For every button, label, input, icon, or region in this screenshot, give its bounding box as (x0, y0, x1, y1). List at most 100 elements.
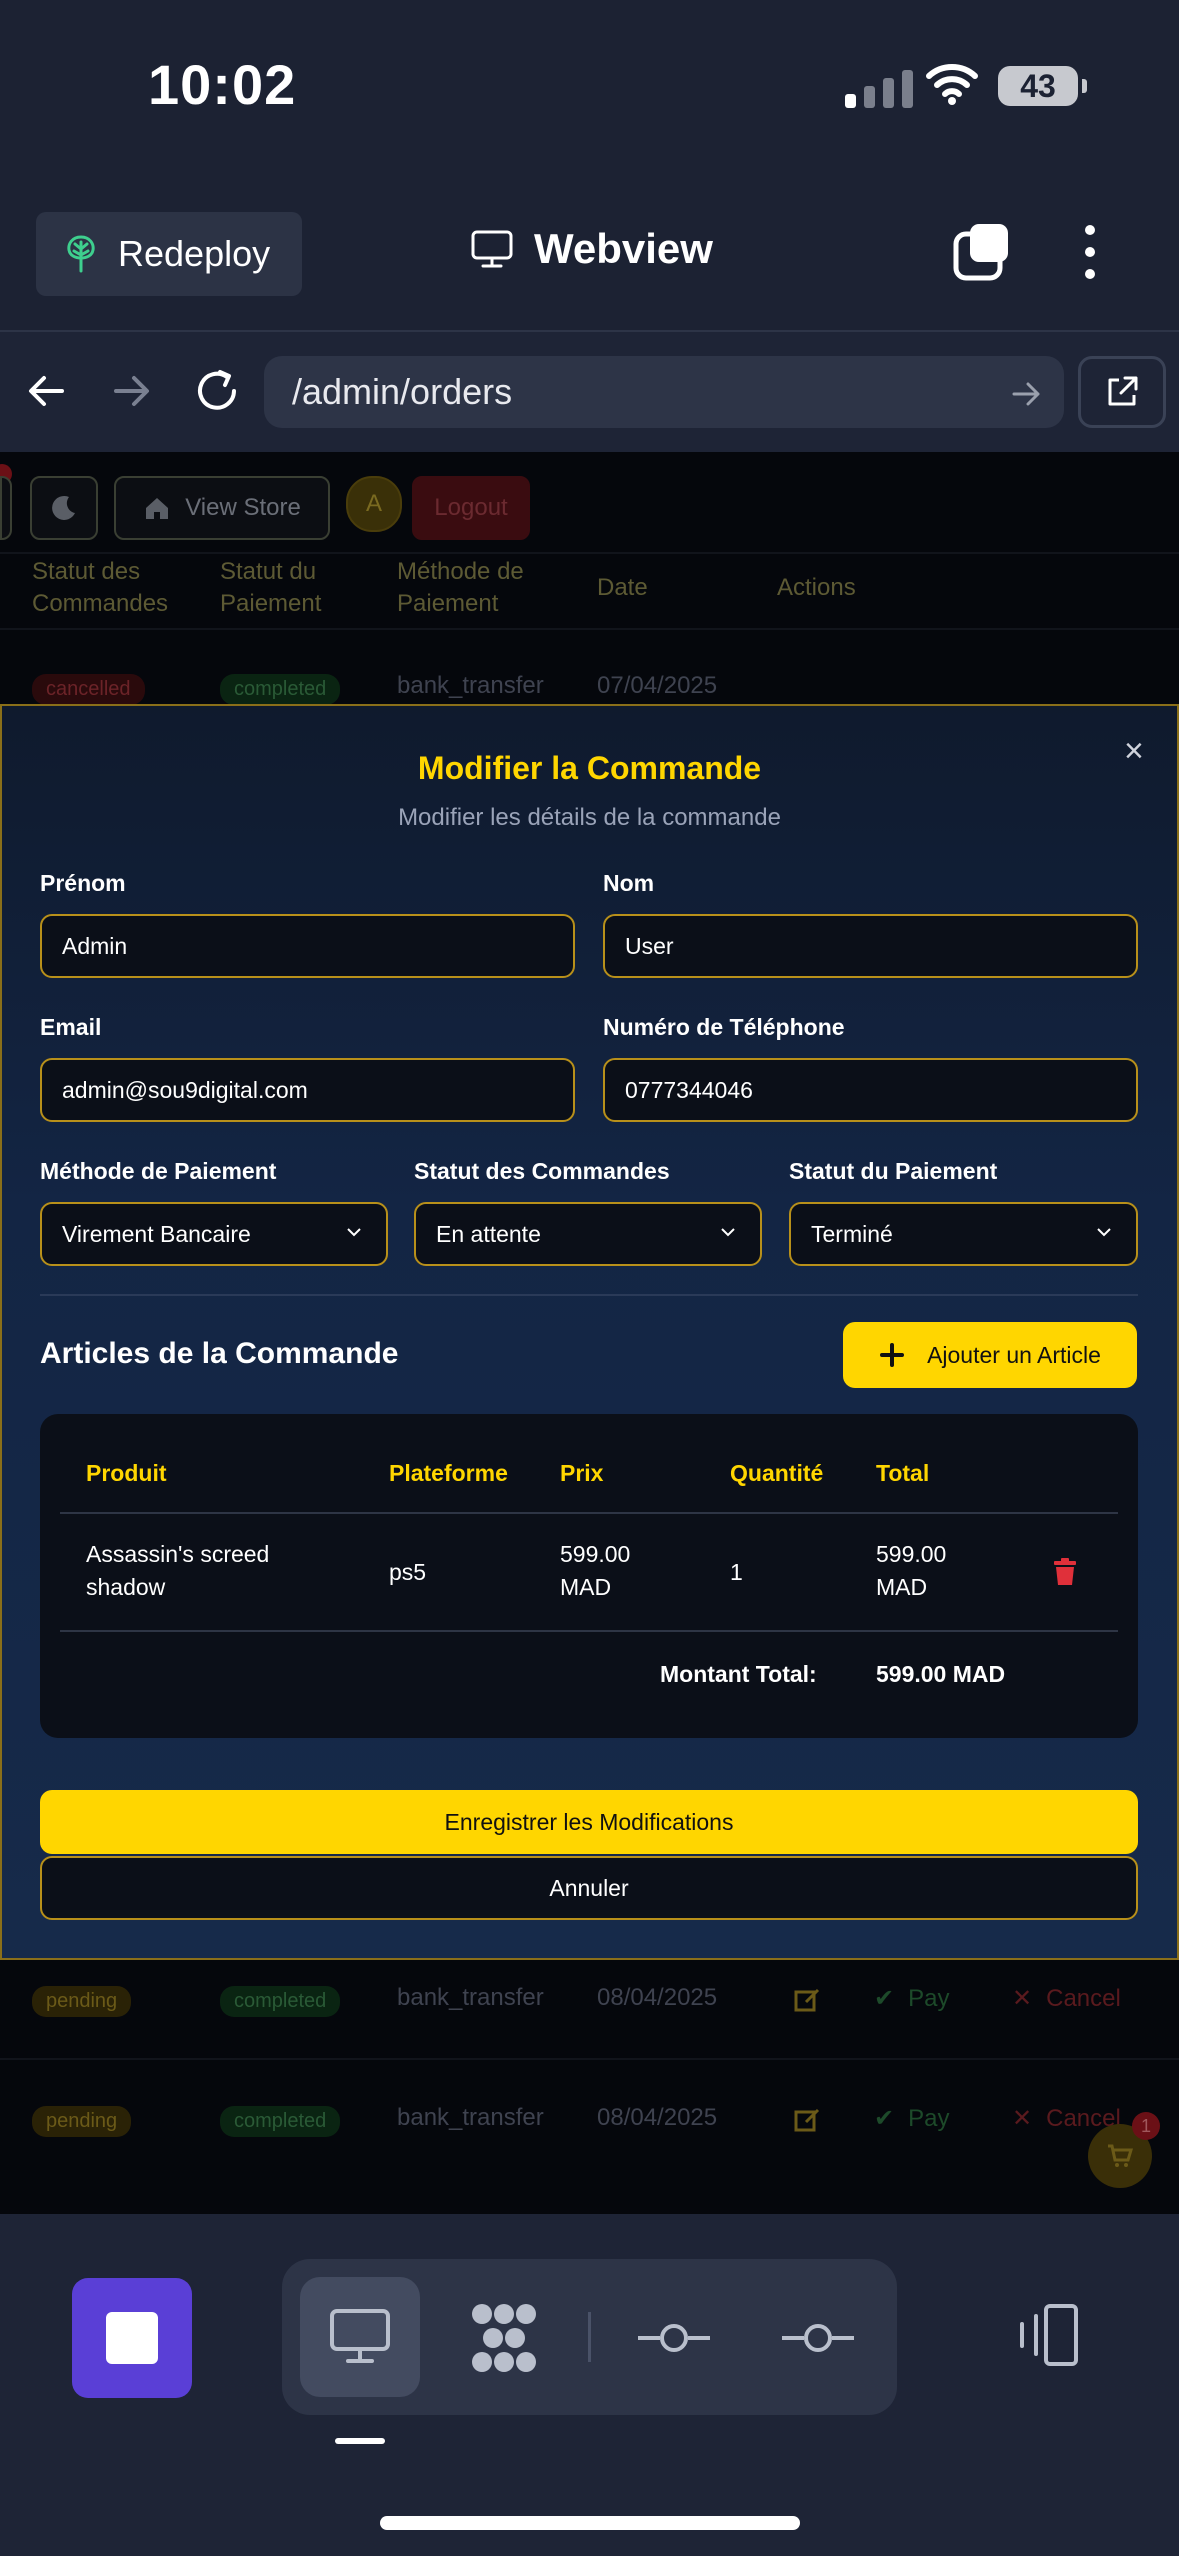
payment-badge: completed (220, 1986, 341, 2017)
payment-badge: completed (220, 674, 341, 705)
monitor-icon (471, 230, 513, 268)
first-name-field[interactable]: Admin (40, 914, 575, 978)
email-label: Email (40, 1014, 102, 1040)
status-time: 10:02 (148, 53, 297, 116)
active-indicator (335, 2438, 385, 2444)
payment-method-select[interactable]: Virement Bancaire (40, 1202, 388, 1266)
x-icon: ✕ (1012, 2105, 1033, 2132)
order-status-select[interactable]: En attente (414, 1202, 762, 1266)
chevron-down-icon (721, 1228, 735, 1237)
item-product-line2: shadow (86, 1574, 166, 1600)
add-article-button[interactable]: Ajouter un Article (843, 1322, 1137, 1388)
order-date: 08/04/2025 (597, 2104, 718, 2131)
cellular-signal-icon (845, 66, 913, 108)
item-total: 599.00 MAD (876, 1538, 946, 1604)
first-name-label: Prénom (40, 870, 126, 896)
external-link-icon (1108, 376, 1138, 406)
payment-badge: completed (220, 2106, 341, 2137)
pay-action[interactable]: ✔ Pay (874, 2104, 949, 2133)
trash-icon[interactable] (1052, 1557, 1078, 1587)
col-header-platform: Plateforme (389, 1460, 508, 1486)
back-arrow-icon[interactable] (22, 366, 72, 416)
payment-status-value: Terminé (811, 1220, 893, 1247)
redeploy-button[interactable]: Redeploy (36, 212, 302, 296)
commit-icon[interactable] (780, 2316, 856, 2360)
status-badge: pending (32, 2106, 132, 2137)
more-options-icon[interactable] (1070, 222, 1110, 282)
item-product-line1: Assassin's screed (86, 1541, 270, 1567)
cart-button[interactable]: 1 (1088, 2112, 1160, 2188)
webview-title: Webview (470, 225, 713, 273)
col-header-order-status: Statut des Commandes (32, 558, 169, 617)
payment-method: bank_transfer (397, 2104, 544, 2131)
edit-icon[interactable] (794, 2106, 822, 2132)
dark-mode-toggle[interactable] (30, 476, 98, 540)
open-external-button[interactable] (1078, 356, 1166, 428)
status-badge: pending (32, 1986, 132, 2017)
last-name-label: Nom (603, 870, 655, 896)
check-icon: ✔ (874, 2105, 895, 2132)
col-header-total: Total (876, 1460, 930, 1486)
payment-method: bank_transfer (397, 1984, 544, 2011)
item-total-line1: 599.00 (876, 1541, 947, 1567)
status-badge: cancelled (32, 674, 145, 705)
table-divider (60, 1512, 1118, 1514)
item-price: 599.00 MAD (560, 1538, 630, 1604)
reload-icon[interactable] (190, 364, 244, 418)
divider (0, 628, 1179, 630)
col-header-quantity: Quantité (730, 1460, 824, 1486)
logout-button[interactable]: Logout (412, 476, 530, 540)
pay-label: Pay (908, 1985, 950, 2012)
url-field[interactable]: /admin/orders (264, 356, 1064, 428)
payment-status-select[interactable]: Terminé (789, 1202, 1138, 1266)
moon-icon (52, 495, 75, 520)
col-header-product: Produit (86, 1460, 167, 1486)
col-header-date: Date (597, 574, 648, 601)
chevron-down-icon (1097, 1228, 1111, 1237)
payment-method-label: Méthode de Paiement (40, 1158, 277, 1184)
commit-icon[interactable] (636, 2316, 712, 2360)
go-arrow-icon[interactable] (1006, 374, 1046, 414)
email-field[interactable]: admin@sou9digital.com (40, 1058, 575, 1122)
item-product: Assassin's screed shadow (86, 1538, 269, 1604)
cart-icon (1108, 2144, 1134, 2167)
webview-label: Webview (534, 225, 713, 272)
payment-method: bank_transfer (397, 672, 544, 699)
forward-arrow-icon[interactable] (106, 366, 156, 416)
desktop-view-button[interactable] (300, 2277, 420, 2397)
blobs-view-icon[interactable] (466, 2300, 542, 2376)
tabs-icon[interactable] (952, 222, 1012, 282)
total-amount-label: Montant Total: (660, 1661, 817, 1687)
phone-field[interactable]: 0777344046 (603, 1058, 1138, 1122)
payment-status-label: Statut du Paiement (789, 1158, 998, 1184)
segment-divider (588, 2312, 591, 2362)
save-changes-button[interactable]: Enregistrer les Modifications (40, 1790, 1138, 1854)
device-rotate-icon[interactable] (1010, 2302, 1082, 2368)
edit-icon[interactable] (794, 1986, 822, 2012)
order-status-label: Statut des Commandes (414, 1158, 670, 1184)
modal-subtitle: Modifier les détails de la commande (398, 804, 781, 831)
col-header-payment-method: Méthode de Paiement (397, 558, 524, 617)
pay-label: Pay (908, 2105, 950, 2132)
articles-title: Articles de la Commande (40, 1337, 399, 1370)
view-store-button[interactable]: View Store (114, 476, 330, 540)
section-divider (40, 1294, 1138, 1296)
item-total-line2: MAD (876, 1574, 928, 1600)
col-header-payment-status: Statut du Paiement (220, 558, 322, 617)
monitor-icon (330, 2309, 390, 2363)
url-text: /admin/orders (292, 371, 513, 412)
plus-icon (880, 1343, 905, 1367)
avatar[interactable]: A (346, 476, 402, 532)
stop-button[interactable] (72, 2278, 192, 2398)
tree-icon (67, 235, 95, 273)
divider (0, 552, 1179, 554)
cancel-action[interactable]: ✕ Cancel (1012, 1984, 1121, 2013)
last-name-field[interactable]: User (603, 914, 1138, 978)
menu-button-partial[interactable] (0, 476, 12, 540)
pay-action[interactable]: ✔ Pay (874, 1984, 949, 2013)
cancel-button[interactable]: Annuler (40, 1856, 1138, 1920)
item-platform: ps5 (389, 1559, 427, 1585)
battery-icon: 43 (998, 66, 1087, 106)
payment-method-value: Virement Bancaire (62, 1220, 251, 1247)
order-date: 08/04/2025 (597, 1984, 718, 2011)
